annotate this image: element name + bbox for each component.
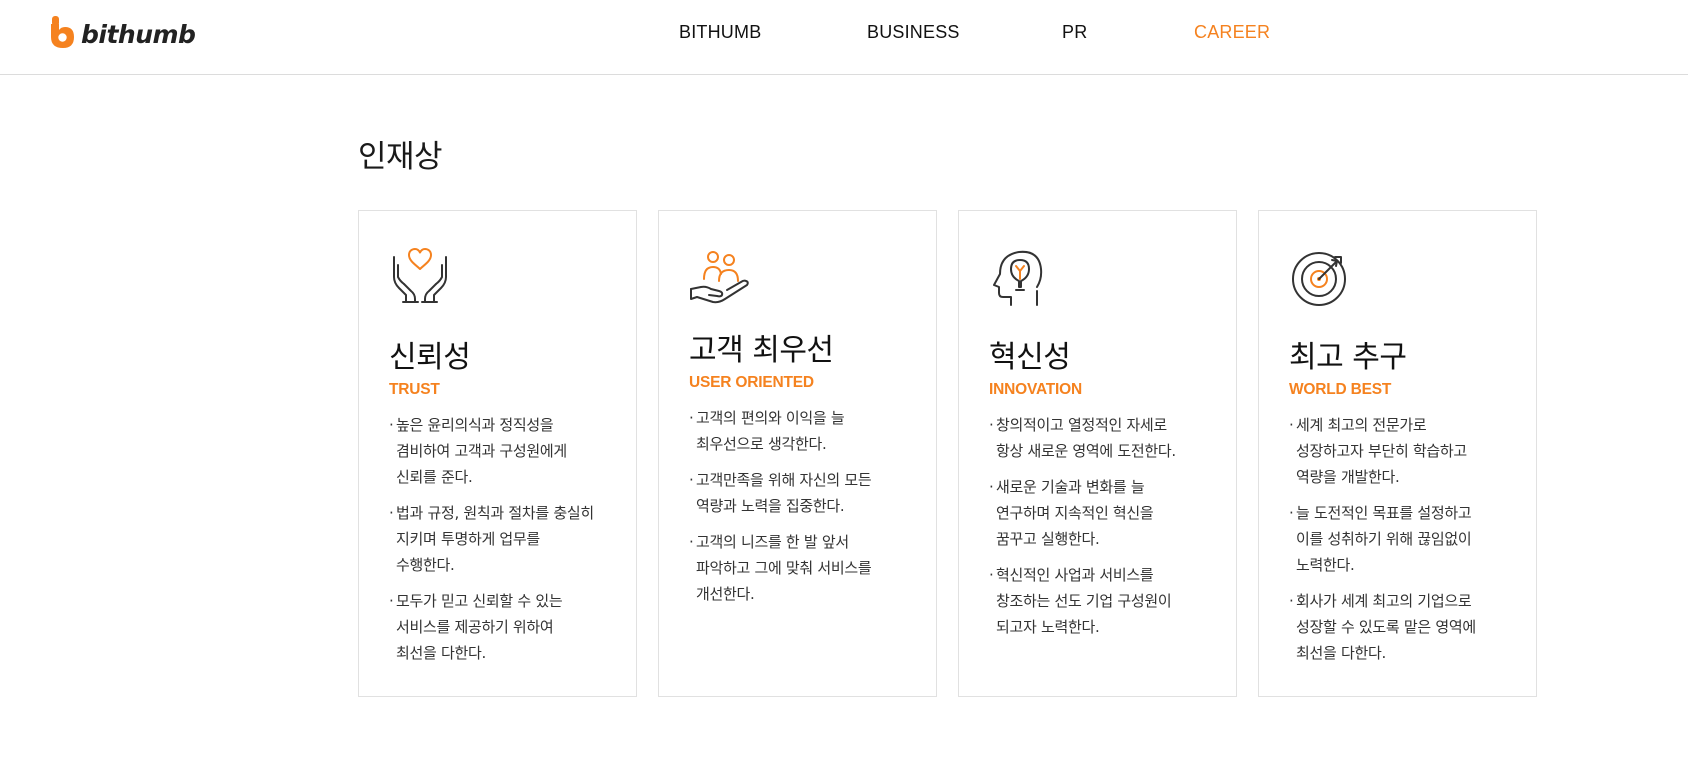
card-list-innovation: 창의적이고 열정적인 자세로 항상 새로운 영역에 도전한다. 새로운 기술과 … bbox=[989, 412, 1234, 650]
list-item: 회사가 세계 최고의 기업으로 성장할 수 있도록 맡은 영역에 최선을 다한다… bbox=[1289, 588, 1534, 666]
value-card-world-best: 최고 추구 WORLD BEST 세계 최고의 전문가로 성장하고자 부단히 학… bbox=[1258, 210, 1537, 697]
card-list-trust: 높은 윤리의식과 정직성을 겸비하여 고객과 구성원에게 신뢰를 준다. 법과 … bbox=[389, 412, 634, 676]
list-item: 혁신적인 사업과 서비스를 창조하는 선도 기업 구성원이 되고자 노력한다. bbox=[989, 562, 1234, 640]
nav-pr[interactable]: PR bbox=[1062, 22, 1087, 43]
list-item: 창의적이고 열정적인 자세로 항상 새로운 영역에 도전한다. bbox=[989, 412, 1234, 464]
card-subtitle-world-best: WORLD BEST bbox=[1289, 381, 1392, 398]
list-item: 늘 도전적인 목표를 설정하고 이를 성취하기 위해 끊임없이 노력한다. bbox=[1289, 500, 1534, 578]
card-subtitle-user-oriented: USER ORIENTED bbox=[689, 374, 814, 391]
card-subtitle-trust: TRUST bbox=[389, 381, 440, 398]
card-title-user-oriented: 고객 최우선 bbox=[689, 333, 834, 368]
nav-bithumb[interactable]: BITHUMB bbox=[679, 22, 761, 43]
list-item: 높은 윤리의식과 정직성을 겸비하여 고객과 구성원에게 신뢰를 준다. bbox=[389, 412, 634, 490]
list-item: 모두가 믿고 신뢰할 수 있는 서비스를 제공하기 위하여 최선을 다한다. bbox=[389, 588, 634, 666]
list-item: 고객의 니즈를 한 발 앞서 파악하고 그에 맞춰 서비스를 개선한다. bbox=[689, 529, 934, 607]
nav-career[interactable]: CAREER bbox=[1194, 22, 1270, 43]
head-bulb-icon bbox=[993, 250, 1043, 306]
list-item: 고객만족을 위해 자신의 모든 역량과 노력을 집중한다. bbox=[689, 467, 934, 519]
section-title: 인재상 bbox=[358, 139, 443, 175]
list-item: 고객의 편의와 이익을 늘 최우선으로 생각한다. bbox=[689, 405, 934, 457]
logo-text: bithumb bbox=[81, 19, 196, 49]
card-subtitle-innovation: INNOVATION bbox=[989, 381, 1083, 398]
list-item: 세계 최고의 전문가로 성장하고자 부단히 학습하고 역량을 개발한다. bbox=[1289, 412, 1534, 490]
card-list-user-oriented: 고객의 편의와 이익을 늘 최우선으로 생각한다. 고객만족을 위해 자신의 모… bbox=[689, 405, 934, 617]
list-item: 새로운 기술과 변화를 늘 연구하며 지속적인 혁신을 꿈꾸고 실행한다. bbox=[989, 474, 1234, 552]
nav-business[interactable]: BUSINESS bbox=[867, 22, 960, 43]
value-card-user-oriented: 고객 최우선 USER ORIENTED 고객의 편의와 이익을 늘 최우선으로… bbox=[658, 210, 937, 697]
customer-hand-icon bbox=[690, 251, 749, 304]
card-title-trust: 신뢰성 bbox=[389, 340, 471, 375]
bithumb-logo[interactable]: bithumb bbox=[48, 16, 196, 50]
list-item: 법과 규정, 원칙과 절차를 충실히 지키며 투명하게 업무를 수행한다. bbox=[389, 500, 634, 578]
bithumb-logo-mark-icon bbox=[51, 16, 74, 48]
card-title-world-best: 최고 추구 bbox=[1289, 340, 1407, 375]
hands-heart-icon bbox=[393, 248, 447, 303]
value-card-innovation: 혁신성 INNOVATION 창의적이고 열정적인 자세로 항상 새로운 영역에… bbox=[958, 210, 1237, 697]
card-list-world-best: 세계 최고의 전문가로 성장하고자 부단히 학습하고 역량을 개발한다. 늘 도… bbox=[1289, 412, 1534, 676]
top-header: bithumb BITHUMB BUSINESS PR CAREER bbox=[0, 0, 1688, 75]
target-icon bbox=[1292, 252, 1346, 306]
value-card-trust: 신뢰성 TRUST 높은 윤리의식과 정직성을 겸비하여 고객과 구성원에게 신… bbox=[358, 210, 637, 697]
card-title-innovation: 혁신성 bbox=[989, 340, 1071, 375]
